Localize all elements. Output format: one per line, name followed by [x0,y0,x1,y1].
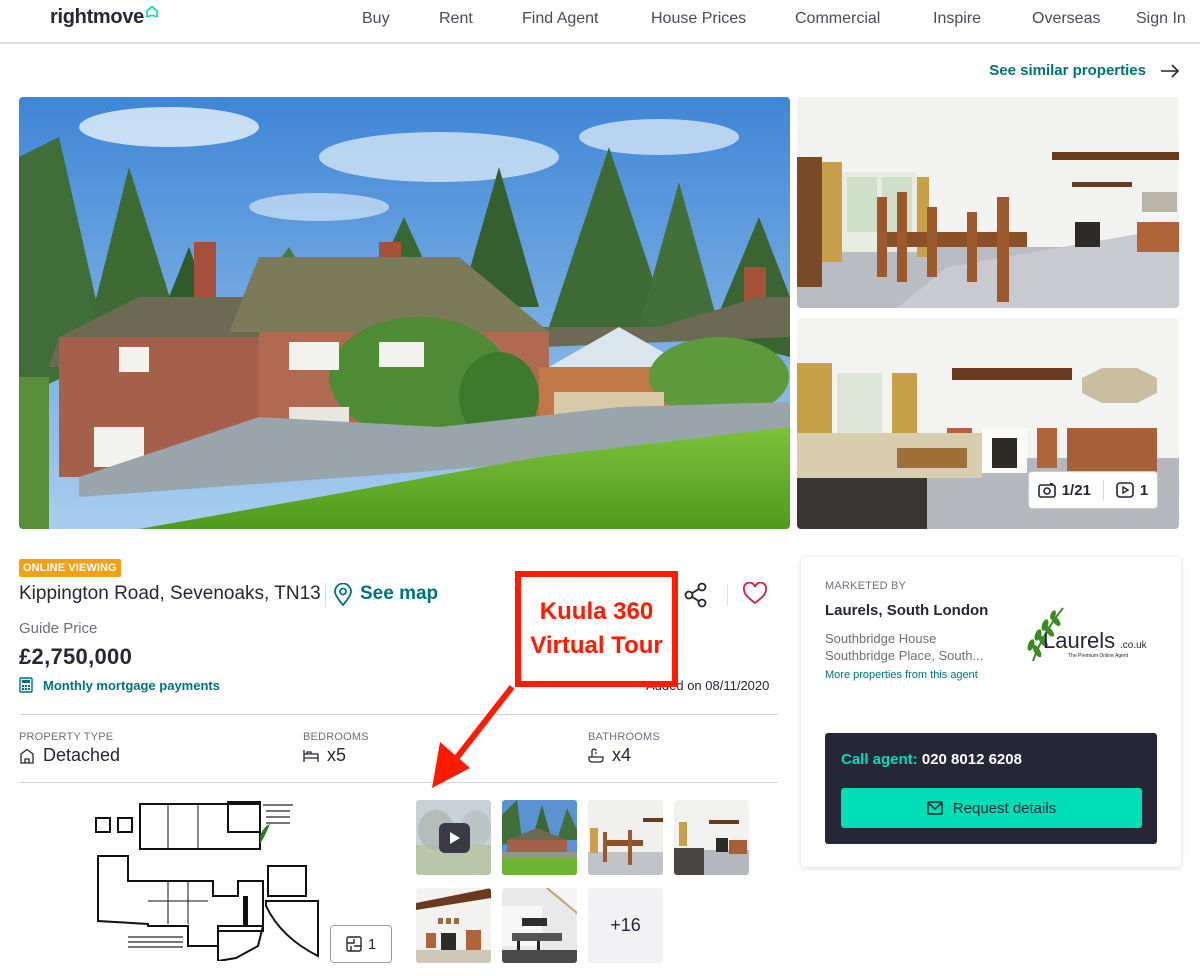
dining-thumb-image [588,800,663,875]
agent-logo[interactable]: Laurels .co.uk The Premium Online Agent [1023,603,1158,668]
floorplan-icon [346,936,362,952]
stat-value: Detached [43,745,121,765]
calculator-icon [19,677,33,693]
stat-label: BEDROOMS [303,731,369,743]
fireplace-thumb-image [416,888,491,963]
stat-label: BATHROOMS [588,731,660,743]
more-photos-count: +16 [610,915,641,935]
thumbnail-photo[interactable] [674,800,749,875]
exterior-thumb-image [502,800,577,875]
more-photos-button[interactable]: +16 [588,888,663,963]
counter-divider [1102,480,1104,500]
house-icon [20,748,34,764]
camera-icon [1037,483,1056,498]
bed-icon [303,749,319,762]
agent-phone[interactable]: 020 8012 6208 [922,751,1022,768]
lounge-thumb-image [674,800,749,875]
online-viewing-badge: ONLINE VIEWING [19,559,121,577]
nav-overseas[interactable]: Overseas [1032,10,1100,28]
request-details-label: Request details [952,799,1057,817]
media-counter[interactable]: 1/21 1 [1028,471,1158,509]
rightmove-logo[interactable]: rightmove [50,5,159,29]
agent-logo-text: Laurels [1043,628,1115,653]
nav-sign-in[interactable]: Sign In [1136,10,1186,28]
agent-name[interactable]: Laurels, South London [825,602,988,619]
nav-commercial[interactable]: Commercial [795,10,880,28]
nav-house-prices[interactable]: House Prices [651,10,746,28]
nav-buy[interactable]: Buy [362,10,390,28]
stat-value: x4 [612,745,632,765]
property-price: £2,750,000 [19,644,133,669]
agent-address-line-1: Southbridge House [825,631,937,646]
house-logo-icon [146,5,158,18]
floorplan-count: 1 [367,935,377,953]
video-icon [1116,482,1134,498]
annotation-arrow-icon [432,685,515,788]
agent-logo-suffix: .co.uk [1120,640,1148,651]
call-agent-label: Call agent: [841,751,918,768]
marketed-by-label: MARKETED BY [825,580,907,592]
dining-room-photo[interactable] [797,97,1179,308]
bath-icon [588,747,604,763]
share-icon[interactable] [683,582,709,608]
house-exterior-image [19,97,790,529]
similar-label: See similar properties [989,62,1146,79]
floorplan-image[interactable] [88,796,328,961]
dining-room-image [797,97,1179,308]
stat-bathrooms: BATHROOMS x4 [588,731,660,766]
actions-divider [727,584,728,606]
contact-panel: Call agent: 020 8012 6208 Request detail… [825,733,1157,844]
divider-top [19,714,778,715]
stat-bedrooms: BEDROOMS x5 [303,731,369,766]
request-details-button[interactable]: Request details [841,788,1142,828]
agent-card: MARKETED BY Laurels, South London Southb… [801,557,1181,867]
stat-label: PROPERTY TYPE [19,731,114,743]
thumbnail-photo[interactable] [588,800,663,875]
logo-text: rightmove [50,6,144,28]
price-qualifier: Guide Price [19,620,98,637]
thumbnail-virtual-tour[interactable] [416,800,491,875]
photo-count: 1/21 [1061,481,1091,499]
agent-address: Southbridge House Southbridge Place, Sou… [825,630,983,664]
call-agent-line[interactable]: Call agent: 020 8012 6208 [841,751,1022,768]
main-photo[interactable] [19,97,790,529]
more-properties-link[interactable]: More properties from this agent [825,669,978,681]
annotation-line-2: Virtual Tour [530,632,663,659]
save-heart-icon[interactable] [742,582,768,606]
annotation-line-1: Kuula 360 [539,598,654,625]
agent-address-line-2: Southbridge Place, South... [825,648,984,663]
nav-inspire[interactable]: Inspire [933,10,981,28]
floorplan-button[interactable]: 1 [330,925,392,963]
mortgage-payments-link[interactable]: Monthly mortgage payments [43,678,220,693]
map-pin-icon[interactable] [333,583,353,607]
video-count: 1 [1139,481,1149,499]
arrow-right-icon [1161,63,1180,78]
stat-value: x5 [327,745,347,765]
annotation-callout: Kuula 360 Virtual Tour [515,571,678,687]
nav-find-agent[interactable]: Find Agent [522,10,599,28]
envelope-icon [927,801,943,815]
play-button[interactable] [439,823,470,853]
address-divider [325,583,326,607]
see-map-link[interactable]: See map [360,583,438,605]
thumbnail-photo[interactable] [502,888,577,963]
kitchen-thumb-image [502,888,577,963]
agent-logo-tagline: The Premium Online Agent [1068,653,1129,659]
nav-rent[interactable]: Rent [439,10,473,28]
site-header: rightmove Buy Rent Find Agent House Pric… [0,0,1200,44]
play-icon [449,832,460,844]
divider-bottom [19,782,778,783]
thumbnail-photo[interactable] [502,800,577,875]
property-address: Kippington Road, Sevenoaks, TN13 [19,583,321,604]
stat-property-type: PROPERTY TYPE Detached [19,731,120,766]
thumbnail-photo[interactable] [416,888,491,963]
see-similar-properties-link[interactable]: See similar properties [989,62,1180,79]
